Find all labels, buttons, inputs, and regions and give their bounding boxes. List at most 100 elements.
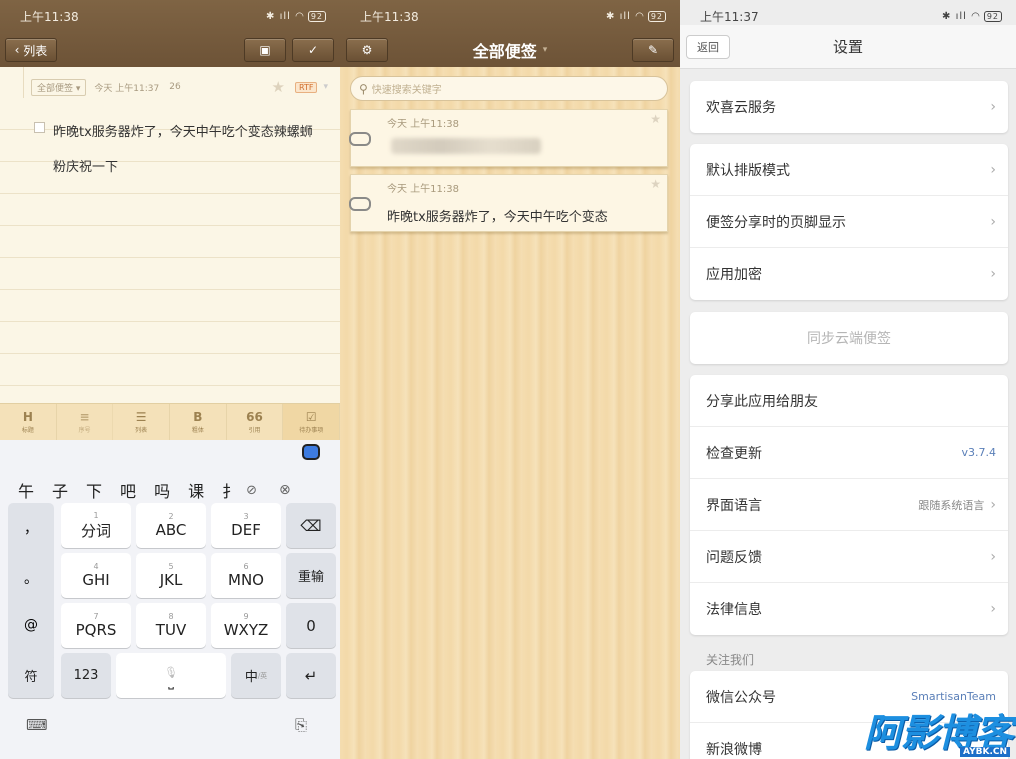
lang-switch-key[interactable]: 中/英 — [231, 653, 281, 698]
star-icon[interactable]: ★ — [650, 177, 661, 191]
note-card[interactable]: 今天 上午11:38 ★ 昨晚tx服务器炸了，今天中午吃个变态 — [349, 174, 668, 232]
row-label: 分享此应用给朋友 — [706, 393, 818, 410]
chevron-right-icon: › — [990, 601, 996, 617]
format-list-button[interactable]: ☰ 列表 — [113, 404, 171, 440]
format-numbered-button[interactable]: ≡ 序号 — [57, 404, 114, 440]
list-icon: ☰ — [135, 410, 147, 424]
star-icon[interactable]: ★ — [650, 112, 661, 126]
punct-key[interactable]: @ — [24, 617, 38, 633]
chevron-down-icon[interactable]: ▾ — [543, 45, 548, 55]
search-placeholder: 快速搜索关键字 — [371, 85, 442, 96]
key-letters: DEF — [231, 521, 261, 539]
chevron-left-icon: ‹ — [14, 43, 24, 57]
candidate[interactable]: 下 — [86, 478, 102, 502]
note-text-line-2[interactable]: 粉庆祝一下 — [53, 156, 118, 175]
check-icon: ✓ — [307, 43, 319, 57]
battery-icon: 92 — [983, 11, 1002, 22]
rtf-badge[interactable]: RTF — [295, 81, 318, 93]
settings-row-feedback[interactable]: 问题反馈 › — [690, 531, 1008, 583]
candidate[interactable]: 子 — [52, 478, 68, 502]
note-text-line-1[interactable]: 昨晚tx服务器炸了，今天中午吃个变态辣螺蛳 — [53, 121, 313, 140]
settings-row-update[interactable]: 检查更新 v3.7.4 — [690, 427, 1008, 479]
settings-row-cloud[interactable]: 欢喜云服务 › — [690, 81, 1008, 133]
enter-key[interactable]: ↵ — [286, 653, 336, 698]
format-toolbar: H 标题 ≡ 序号 ☰ 列表 B 粗体 66 引用 ☑ 待办事项 — [0, 403, 340, 440]
done-button[interactable]: ✓ — [292, 38, 334, 62]
key-number: 6 — [243, 562, 249, 571]
back-button[interactable]: 返回 — [686, 35, 730, 59]
ime-mascot-icon[interactable] — [302, 444, 320, 460]
sync-cloud-button[interactable]: 同步云端便签 — [690, 312, 1008, 364]
link-icon[interactable]: ⊘ — [246, 483, 257, 498]
page-title[interactable]: 全部便签 — [473, 38, 537, 62]
key-letters: PQRS — [75, 621, 117, 639]
key-letters: ABC — [155, 521, 187, 539]
format-quote-button[interactable]: 66 引用 — [227, 404, 284, 440]
format-bold-button[interactable]: B 粗体 — [170, 404, 227, 440]
search-input[interactable]: ⚲ 快速搜索关键字 — [350, 76, 668, 101]
format-todo-button[interactable]: ☑ 待办事项 — [283, 404, 340, 440]
settings-row-language[interactable]: 界面语言 跟随系统语言 › — [690, 479, 1008, 531]
chevron-right-icon: › — [990, 266, 996, 282]
star-icon[interactable]: ★ — [272, 78, 285, 96]
space-icon: ⎵ — [168, 674, 174, 690]
key-2[interactable]: 2 ABC — [136, 503, 206, 548]
version-value: v3.7.4 — [961, 446, 997, 459]
row-label: 便签分享时的页脚显示 — [706, 214, 846, 231]
format-label: 粗体 — [191, 427, 204, 434]
reenter-key[interactable]: 重输 — [286, 553, 336, 598]
row-label: 界面语言 — [706, 497, 762, 514]
settings-row-footer[interactable]: 便签分享时的页脚显示 › — [690, 196, 1008, 248]
settings-row-encrypt[interactable]: 应用加密 › — [690, 248, 1008, 300]
candidate[interactable]: 午 — [18, 478, 34, 502]
row-label: 应用加密 — [706, 267, 762, 283]
lang-zh-label: 中 — [244, 670, 258, 685]
back-to-list-button[interactable]: ‹ 列表 — [5, 38, 57, 62]
row-label: 欢喜云服务 — [706, 100, 776, 116]
punct-key[interactable]: 。 — [24, 568, 38, 588]
keyboard-switch-icon[interactable]: ⌨ — [26, 716, 48, 734]
key-7[interactable]: 7 PQRS — [61, 603, 131, 648]
key-1[interactable]: 1 分词 — [61, 503, 131, 548]
key-letters: 分词 — [80, 521, 111, 540]
language-value: 跟随系统语言 — [918, 498, 985, 512]
candidate[interactable]: 吗 — [154, 478, 170, 502]
chevron-down-icon[interactable]: ▾ — [323, 82, 328, 92]
settings-row-legal[interactable]: 法律信息 › — [690, 583, 1008, 635]
space-key[interactable]: 🎙︎ ⎵ — [116, 653, 226, 698]
category-chip[interactable]: 全部便签 ▾ — [31, 78, 87, 96]
settings-button[interactable]: ⚙ — [346, 38, 388, 62]
todo-checkbox[interactable] — [34, 122, 45, 133]
status-bar: 上午11:38 ✱ ıll ◠ 92 — [340, 0, 680, 33]
row-label: 问题反馈 — [706, 549, 762, 566]
numbered-list-icon: ≡ — [79, 410, 90, 424]
key-6[interactable]: 6 MNO — [211, 553, 281, 598]
key-5[interactable]: 5 JKL — [136, 553, 206, 598]
backspace-key[interactable]: ⌫ — [286, 503, 336, 548]
key-4[interactable]: 4 GHI — [61, 553, 131, 598]
key-9[interactable]: 9 WXYZ — [211, 603, 281, 648]
candidate[interactable]: 吧 — [120, 478, 136, 502]
settings-row-share[interactable]: 分享此应用给朋友 — [690, 375, 1008, 427]
format-heading-button[interactable]: H 标题 — [0, 404, 57, 440]
todo-icon: ☑ — [305, 410, 317, 424]
key-3[interactable]: 3 DEF — [211, 503, 281, 548]
close-candidates-icon[interactable]: ⊗ — [279, 482, 291, 498]
clipboard-icon[interactable]: ⎘ — [295, 716, 307, 734]
candidate[interactable]: 课 — [188, 478, 204, 502]
candidate[interactable]: 扌 — [222, 478, 238, 502]
note-card[interactable]: 今天 上午11:38 ★ — [349, 109, 668, 167]
key-8[interactable]: 8 TUV — [136, 603, 206, 648]
symbol-key[interactable]: 符 — [8, 653, 54, 698]
settings-header: 返回 设置 — [680, 25, 1016, 69]
number-key[interactable]: 123 — [61, 653, 111, 698]
new-note-button[interactable]: ✎ — [632, 38, 674, 62]
format-label: 列表 — [135, 427, 148, 434]
row-label: 新浪微博 — [706, 742, 762, 758]
punct-key[interactable]: ， — [24, 518, 38, 538]
editor-toolbar: ‹ 列表 ▣ ✓ — [0, 33, 340, 67]
settings-row-layout[interactable]: 默认排版模式 › — [690, 144, 1008, 196]
row-label: 检查更新 — [706, 445, 762, 462]
insert-image-button[interactable]: ▣ — [244, 38, 286, 62]
zero-key[interactable]: 0 — [286, 603, 336, 648]
